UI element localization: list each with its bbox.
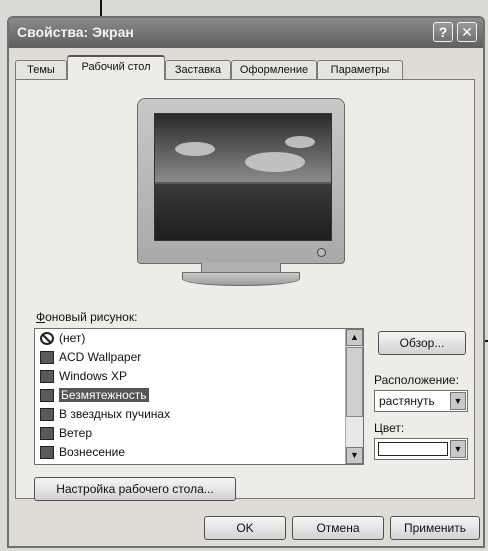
monitor-preview [137, 98, 345, 264]
list-item[interactable]: ACD Wallpaper [35, 348, 363, 367]
customize-desktop-button[interactable]: Настройка рабочего стола... [34, 477, 236, 501]
list-item-selected[interactable]: Безмятежность [35, 386, 363, 405]
power-led-icon [317, 248, 326, 257]
wallpaper-list-scrollbar[interactable]: ▲ ▼ [345, 329, 363, 464]
preview-cloud [175, 142, 215, 156]
title-bar[interactable]: Свойства: Экран ? ✕ [9, 18, 483, 48]
tab-desktop[interactable]: Рабочий стол [67, 55, 165, 80]
color-label: Цвет: [374, 421, 405, 435]
tab-appearance[interactable]: Оформление [231, 60, 317, 80]
list-item[interactable]: Ветер [35, 424, 363, 443]
image-file-icon [40, 408, 54, 421]
apply-button[interactable]: Применить [390, 516, 480, 540]
position-value: растянуть [379, 394, 435, 408]
wallpaper-preview [154, 113, 332, 241]
preview-land [155, 182, 331, 240]
tab-strip: Темы Рабочий стол Заставка Оформление Па… [15, 54, 479, 80]
image-file-icon [40, 370, 54, 383]
list-item[interactable]: Windows XP [35, 367, 363, 386]
ok-button[interactable]: OK [204, 516, 286, 540]
help-button[interactable]: ? [433, 22, 453, 42]
list-item[interactable]: Вознесение [35, 443, 363, 462]
image-file-icon [40, 389, 54, 402]
none-icon [40, 332, 54, 345]
window-title: Свойства: Экран [17, 24, 134, 40]
preview-cloud [245, 152, 305, 172]
scroll-down-icon[interactable]: ▼ [346, 447, 363, 464]
list-item[interactable]: (нет) [35, 329, 363, 348]
wallpaper-list[interactable]: (нет) ACD Wallpaper Windows XP Безмятежн… [34, 328, 364, 465]
chevron-down-icon[interactable]: ▼ [450, 440, 466, 458]
browse-button[interactable]: Обзор... [378, 331, 466, 355]
position-label: Расположение: [374, 373, 459, 387]
chevron-down-icon[interactable]: ▼ [450, 392, 466, 410]
image-file-icon [40, 427, 54, 440]
tab-themes[interactable]: Темы [15, 60, 67, 80]
position-select[interactable]: растянуть ▼ [374, 390, 468, 412]
scroll-up-icon[interactable]: ▲ [346, 329, 363, 346]
scroll-thumb[interactable] [346, 347, 363, 417]
color-swatch [378, 442, 448, 456]
wallpaper-label: Фоновый рисунок: [36, 310, 138, 324]
image-file-icon [40, 446, 54, 459]
list-item[interactable]: В звездных пучинах [35, 405, 363, 424]
close-button[interactable]: ✕ [457, 22, 477, 42]
tab-settings[interactable]: Параметры [317, 60, 403, 80]
preview-cloud [285, 136, 315, 148]
monitor-base [182, 272, 300, 286]
tab-screensaver[interactable]: Заставка [165, 60, 231, 80]
cancel-button[interactable]: Отмена [292, 516, 384, 540]
image-file-icon [40, 351, 54, 364]
color-picker[interactable]: ▼ [374, 438, 468, 460]
